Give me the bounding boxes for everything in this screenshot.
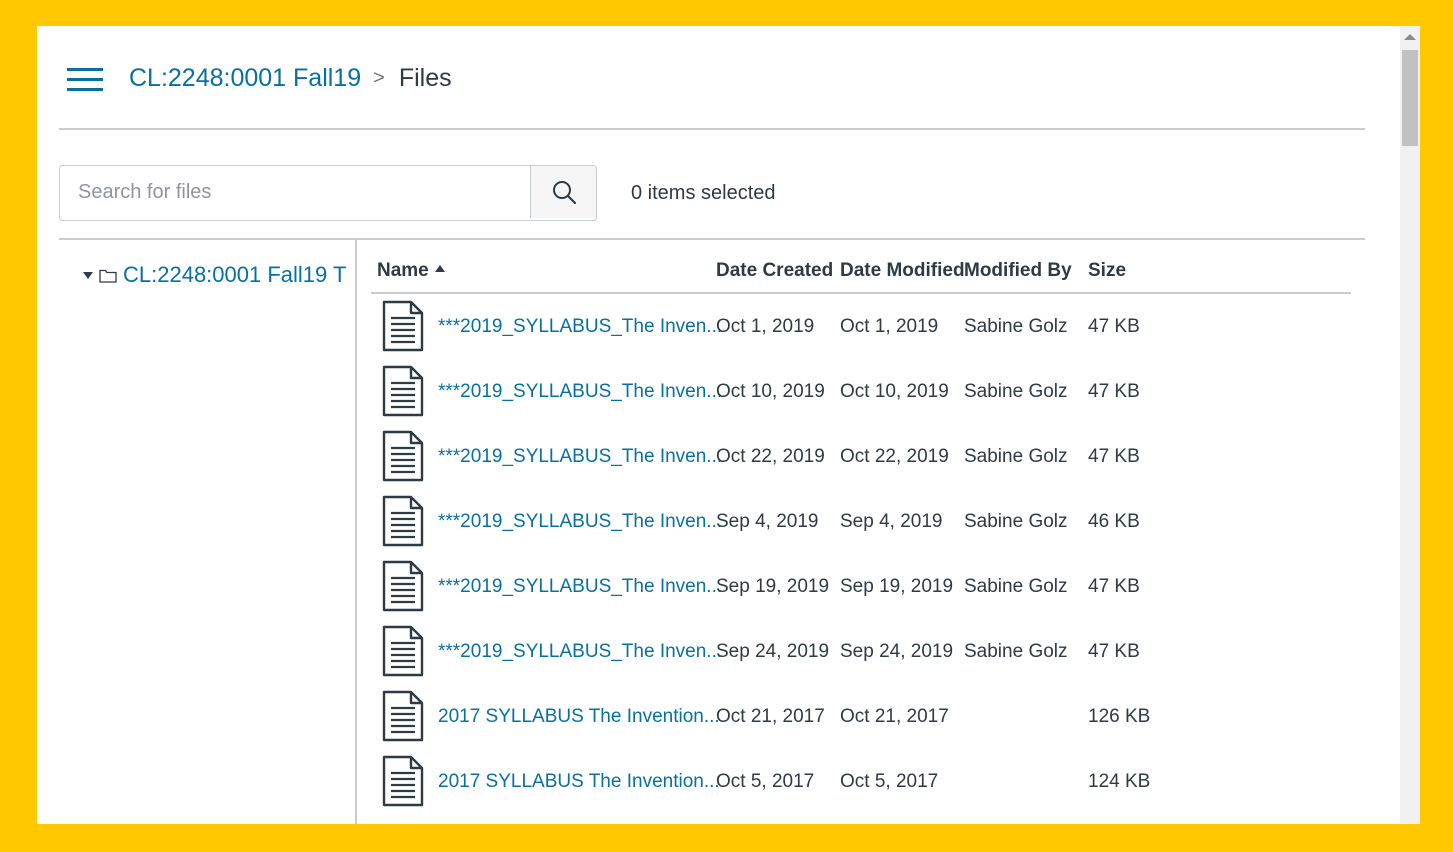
page-title: Files xyxy=(398,64,452,92)
modified-by-cell: Sabine Golz xyxy=(964,511,1068,532)
pane-divider[interactable] xyxy=(355,240,357,824)
table-row[interactable]: ***2019_SYLLABUS_The Inven... Oct 22, 201… xyxy=(371,424,1351,489)
date-created-cell: Sep 4, 2019 xyxy=(716,511,819,532)
date-modified-cell: Oct 1, 2019 xyxy=(840,316,939,337)
selected-count: 0 items selected xyxy=(631,182,776,204)
search-input[interactable] xyxy=(60,166,530,218)
breadcrumb: CL:2248:0001 Fall19 > Files xyxy=(129,62,452,96)
modified-by-cell: Sabine Golz xyxy=(964,381,1068,402)
file-name-link[interactable]: ***2019_SYLLABUS_The Inven... xyxy=(438,316,722,338)
table-row[interactable]: 2017 SYLLABUS The Invention... Oct 21, 20… xyxy=(371,684,1351,749)
file-name-link[interactable]: ***2019_SYLLABUS_The Inven... xyxy=(438,446,722,468)
scroll-thumb[interactable] xyxy=(1402,50,1418,146)
table-header: Name Date Created Date Modified Modified… xyxy=(371,240,1351,294)
table-row[interactable]: ***2019_SYLLABUS_The Inven... Oct 1, 2019… xyxy=(371,294,1351,359)
size-cell: 47 KB xyxy=(1088,641,1140,662)
document-icon xyxy=(381,430,425,482)
hamburger-menu-icon[interactable] xyxy=(67,68,103,92)
breadcrumb-course-link[interactable]: CL:2248:0001 Fall19 xyxy=(129,64,361,92)
modified-by-cell: Sabine Golz xyxy=(964,446,1068,467)
folder-tree: CL:2248:0001 Fall19 T xyxy=(59,240,355,824)
date-created-cell: Sep 19, 2019 xyxy=(716,576,830,597)
table-row[interactable]: ***2019_SYLLABUS_The Inven... Sep 19, 201… xyxy=(371,554,1351,619)
date-created-cell: Oct 21, 2017 xyxy=(716,706,825,727)
size-cell: 47 KB xyxy=(1088,381,1140,402)
size-cell: 47 KB xyxy=(1088,576,1140,597)
date-modified-cell: Oct 5, 2017 xyxy=(840,771,939,792)
file-name-link[interactable]: ***2019_SYLLABUS_The Inven... xyxy=(438,641,722,663)
size-cell: 47 KB xyxy=(1088,316,1140,337)
folder-icon xyxy=(99,269,117,283)
modified-by-cell: Sabine Golz xyxy=(964,641,1068,662)
modified-by-cell: Sabine Golz xyxy=(964,316,1068,337)
search-button[interactable] xyxy=(530,166,596,218)
column-header-date-created[interactable]: Date Created xyxy=(716,260,833,282)
tree-item-root[interactable]: CL:2248:0001 Fall19 T xyxy=(83,262,346,288)
table-row[interactable]: ***2019_SYLLABUS_The Inven... Sep 24, 201… xyxy=(371,619,1351,684)
size-cell: 46 KB xyxy=(1088,511,1140,532)
file-name-link[interactable]: 2017 SYLLABUS The Invention... xyxy=(438,706,720,728)
date-modified-cell: Oct 22, 2019 xyxy=(840,446,949,467)
files-table: Name Date Created Date Modified Modified… xyxy=(371,240,1351,814)
document-icon xyxy=(381,755,425,807)
document-icon xyxy=(381,625,425,677)
column-header-size[interactable]: Size xyxy=(1088,260,1126,282)
modified-by-cell: Sabine Golz xyxy=(964,576,1068,597)
vertical-scrollbar[interactable] xyxy=(1400,26,1420,824)
column-header-name-label: Name xyxy=(377,260,429,281)
file-name-link[interactable]: 2017 SYLLABUS The Invention... xyxy=(438,771,720,793)
search-icon xyxy=(552,181,576,205)
files-window: CL:2248:0001 Fall19 > Files 0 items select… xyxy=(37,26,1420,824)
column-header-modified-by[interactable]: Modified By xyxy=(964,260,1072,282)
file-name-link[interactable]: ***2019_SYLLABUS_The Inven... xyxy=(438,381,722,403)
date-created-cell: Oct 10, 2019 xyxy=(716,381,825,402)
column-header-name[interactable]: Name xyxy=(377,260,445,282)
date-created-cell: Oct 22, 2019 xyxy=(716,446,825,467)
caret-down-icon[interactable] xyxy=(83,271,93,279)
document-icon xyxy=(381,690,425,742)
file-name-link[interactable]: ***2019_SYLLABUS_The Inven... xyxy=(438,576,722,598)
document-icon xyxy=(381,560,425,612)
table-row[interactable]: ***2019_SYLLABUS_The Inven... Sep 4, 2019… xyxy=(371,489,1351,554)
size-cell: 124 KB xyxy=(1088,771,1151,792)
header-divider xyxy=(59,128,1365,130)
size-cell: 126 KB xyxy=(1088,706,1151,727)
date-created-cell: Oct 1, 2019 xyxy=(716,316,815,337)
table-row[interactable]: ***2019_SYLLABUS_The Inven... Oct 10, 201… xyxy=(371,359,1351,424)
date-modified-cell: Oct 10, 2019 xyxy=(840,381,949,402)
column-header-date-modified[interactable]: Date Modified xyxy=(840,260,965,282)
search-box xyxy=(59,165,597,221)
sort-ascending-icon xyxy=(434,265,445,273)
date-modified-cell: Oct 21, 2017 xyxy=(840,706,949,727)
table-row[interactable]: 2017 SYLLABUS The Invention... Oct 5, 201… xyxy=(371,749,1351,814)
document-icon xyxy=(381,365,425,417)
file-name-link[interactable]: ***2019_SYLLABUS_The Inven... xyxy=(438,511,722,533)
date-modified-cell: Sep 24, 2019 xyxy=(840,641,954,662)
breadcrumb-separator: > xyxy=(373,67,385,89)
document-icon xyxy=(381,495,425,547)
date-modified-cell: Sep 19, 2019 xyxy=(840,576,954,597)
scroll-up-arrow-icon[interactable] xyxy=(1404,34,1416,40)
date-modified-cell: Sep 4, 2019 xyxy=(840,511,943,532)
table-body: ***2019_SYLLABUS_The Inven... Oct 1, 2019… xyxy=(371,294,1351,814)
date-created-cell: Sep 24, 2019 xyxy=(716,641,830,662)
size-cell: 47 KB xyxy=(1088,446,1140,467)
tree-item-label: CL:2248:0001 Fall19 T xyxy=(123,262,347,287)
document-icon xyxy=(381,300,425,352)
date-created-cell: Oct 5, 2017 xyxy=(716,771,815,792)
